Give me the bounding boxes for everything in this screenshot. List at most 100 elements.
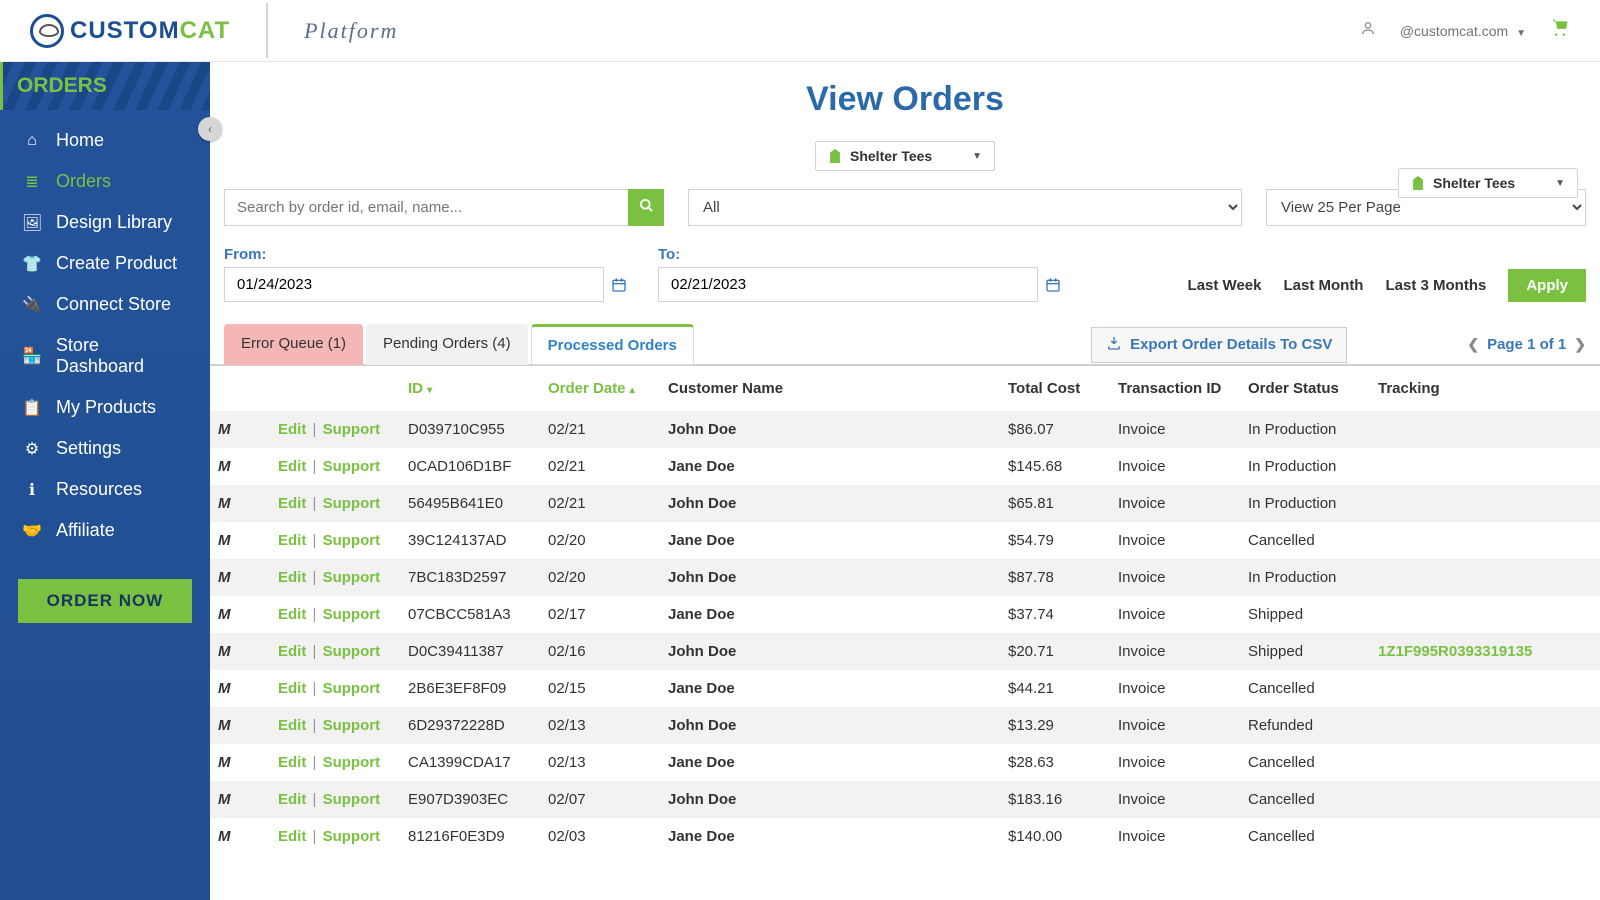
cell-transaction: Invoice — [1110, 596, 1240, 633]
account-menu[interactable]: @customcat.com ▼ — [1400, 23, 1526, 39]
cell-date: 02/13 — [540, 744, 660, 781]
cart-icon[interactable] — [1550, 18, 1570, 43]
order-now-button[interactable]: ORDER NOW — [18, 579, 192, 623]
sidebar-item-settings[interactable]: ⚙Settings — [0, 428, 210, 469]
edit-link[interactable]: Edit — [278, 532, 306, 549]
table-row: MEdit | Support81216F0E3D902/03Jane Doe$… — [210, 818, 1600, 855]
sidebar-item-design-library[interactable]: 🖼Design Library — [0, 202, 210, 243]
edit-link[interactable]: Edit — [278, 606, 306, 623]
last-3-months-link[interactable]: Last 3 Months — [1385, 277, 1486, 294]
store-icon: 🏪 — [22, 346, 42, 366]
cell-id: CA1399CDA17 — [400, 744, 540, 781]
edit-link[interactable]: Edit — [278, 754, 306, 771]
brand-custom: CUSTOM — [70, 17, 180, 44]
cell-customer: Jane Doe — [668, 606, 735, 623]
cell-total: $37.74 — [1000, 596, 1110, 633]
cell-id: D039710C955 — [400, 411, 540, 448]
sidebar-item-store-dashboard[interactable]: 🏪Store Dashboard — [0, 325, 210, 387]
col-tracking[interactable]: Tracking — [1370, 366, 1600, 411]
pager-prev[interactable]: ❮ — [1467, 336, 1479, 353]
support-link[interactable]: Support — [323, 791, 381, 808]
col-id[interactable]: ID ▾ — [400, 366, 540, 411]
col-status[interactable]: Order Status — [1240, 366, 1370, 411]
support-link[interactable]: Support — [323, 495, 381, 512]
cell-date: 02/03 — [540, 818, 660, 855]
user-icon[interactable] — [1360, 20, 1376, 41]
sidebar-item-resources[interactable]: ℹResources — [0, 469, 210, 510]
support-link[interactable]: Support — [323, 643, 381, 660]
edit-link[interactable]: Edit — [278, 569, 306, 586]
support-link[interactable]: Support — [323, 754, 381, 771]
tab-processed-orders[interactable]: Processed Orders — [531, 324, 694, 365]
support-link[interactable]: Support — [323, 606, 381, 623]
sidebar-item-label: My Products — [56, 397, 156, 418]
last-week-link[interactable]: Last Week — [1188, 277, 1262, 294]
edit-link[interactable]: Edit — [278, 643, 306, 660]
support-link[interactable]: Support — [323, 828, 381, 845]
pager-next[interactable]: ❯ — [1574, 336, 1586, 353]
cell-customer: John Doe — [668, 791, 736, 808]
cell-total: $44.21 — [1000, 670, 1110, 707]
support-link[interactable]: Support — [323, 421, 381, 438]
brand-logo[interactable]: CUSTOMCAT — [30, 14, 230, 48]
support-link[interactable]: Support — [323, 458, 381, 475]
edit-link[interactable]: Edit — [278, 421, 306, 438]
export-csv-button[interactable]: Export Order Details To CSV — [1091, 327, 1347, 363]
tab-error-queue[interactable]: Error Queue (1) — [224, 324, 363, 365]
last-month-link[interactable]: Last Month — [1283, 277, 1363, 294]
edit-link[interactable]: Edit — [278, 828, 306, 845]
cell-status: Cancelled — [1240, 781, 1370, 818]
pager-label: Page 1 of 1 — [1487, 336, 1566, 353]
col-transaction[interactable]: Transaction ID — [1110, 366, 1240, 411]
edit-link[interactable]: Edit — [278, 717, 306, 734]
sidebar-item-my-products[interactable]: 📋My Products — [0, 387, 210, 428]
sidebar-item-label: Settings — [56, 438, 121, 459]
filter-select[interactable]: All — [688, 189, 1242, 226]
date-from-input[interactable] — [224, 267, 604, 302]
cell-status: Cancelled — [1240, 522, 1370, 559]
calendar-icon[interactable] — [1038, 267, 1068, 302]
date-to-input[interactable] — [658, 267, 1038, 302]
sidebar-item-affiliate[interactable]: 🤝Affiliate — [0, 510, 210, 551]
date-from-group: From: — [224, 246, 634, 302]
sidebar-item-orders[interactable]: ≣Orders — [0, 161, 210, 202]
manual-flag: M — [218, 791, 231, 808]
support-link[interactable]: Support — [323, 680, 381, 697]
support-link[interactable]: Support — [323, 717, 381, 734]
cell-total: $183.16 — [1000, 781, 1110, 818]
sidebar-item-create-product[interactable]: 👕Create Product — [0, 243, 210, 284]
search-input[interactable] — [224, 189, 628, 226]
store-select-center[interactable]: Shelter Tees ▼ — [815, 141, 995, 171]
manual-flag: M — [218, 495, 231, 512]
home-icon: ⌂ — [22, 132, 42, 150]
edit-link[interactable]: Edit — [278, 680, 306, 697]
image-icon: 🖼 — [22, 213, 42, 233]
col-customer[interactable]: Customer Name — [660, 366, 1000, 411]
caret-down-icon: ▼ — [1516, 28, 1526, 39]
manual-flag: M — [218, 717, 231, 734]
sidebar-item-label: Create Product — [56, 253, 177, 274]
col-order-date[interactable]: Order Date ▴ — [540, 366, 660, 411]
manual-flag: M — [218, 532, 231, 549]
sidebar-item-label: Connect Store — [56, 294, 171, 315]
edit-link[interactable]: Edit — [278, 791, 306, 808]
col-total[interactable]: Total Cost — [1000, 366, 1110, 411]
support-link[interactable]: Support — [323, 569, 381, 586]
edit-link[interactable]: Edit — [278, 458, 306, 475]
cell-customer: Jane Doe — [668, 458, 735, 475]
search-button[interactable] — [628, 189, 664, 226]
apply-button[interactable]: Apply — [1508, 269, 1586, 302]
calendar-icon[interactable] — [604, 267, 634, 302]
cell-total: $65.81 — [1000, 485, 1110, 522]
edit-link[interactable]: Edit — [278, 495, 306, 512]
cell-status: In Production — [1240, 485, 1370, 522]
sidebar-item-home[interactable]: ⌂Home — [0, 120, 210, 161]
cell-status: Cancelled — [1240, 670, 1370, 707]
store-select-top[interactable]: Shelter Tees ▼ — [1398, 168, 1578, 198]
tab-pending-orders[interactable]: Pending Orders (4) — [366, 324, 528, 365]
tracking-link[interactable]: 1Z1F995R0393319135 — [1378, 643, 1532, 660]
cell-date: 02/13 — [540, 707, 660, 744]
support-link[interactable]: Support — [323, 532, 381, 549]
sidebar-item-connect-store[interactable]: 🔌Connect Store — [0, 284, 210, 325]
nav: ⌂Home ≣Orders 🖼Design Library 👕Create Pr… — [0, 110, 210, 561]
